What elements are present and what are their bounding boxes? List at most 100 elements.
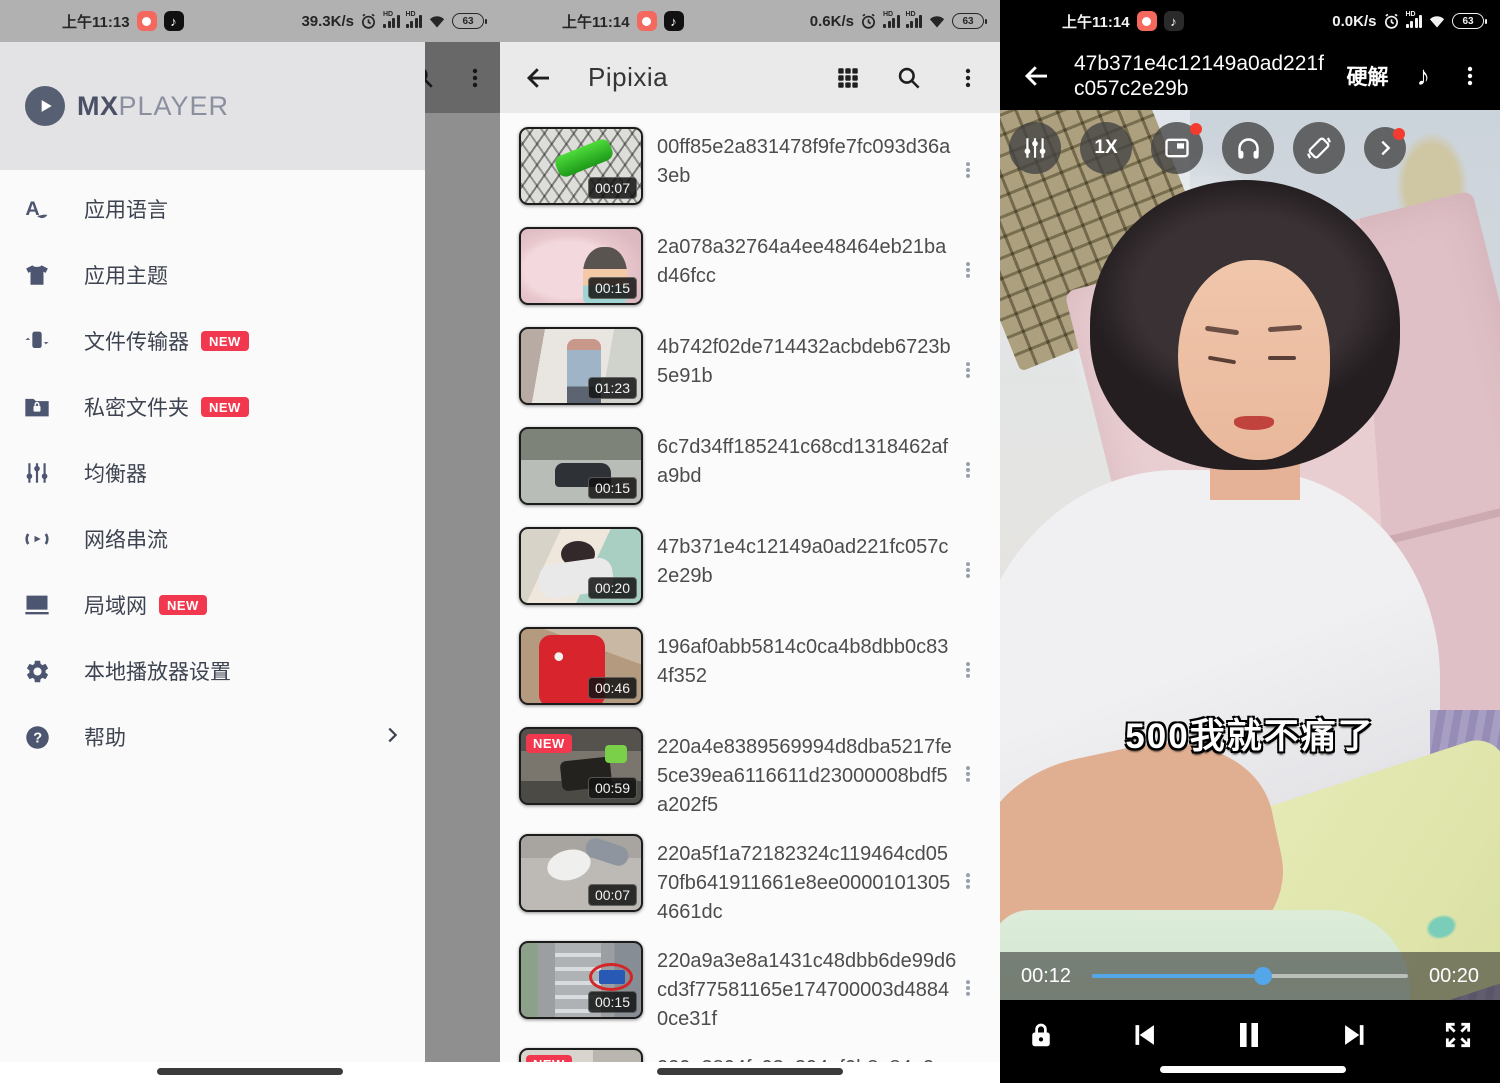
back-button[interactable]: [524, 63, 554, 93]
drawer-item-label: 应用语言: [84, 194, 168, 224]
video-list-item[interactable]: 00:15 6c7d34ff185241c68cd1318462afa9bd: [500, 425, 1000, 525]
home-indicator[interactable]: [157, 1068, 343, 1075]
drawer-item-help[interactable]: ? 帮助: [0, 704, 425, 770]
headphones-button[interactable]: [1222, 122, 1274, 174]
playback-speed-button[interactable]: 1X: [1080, 122, 1132, 174]
video-filename: 220a4e8389569994d8dba5217fe5ce39ea611661…: [657, 733, 957, 820]
equalizer-icon: [22, 458, 52, 488]
seek-slider[interactable]: [1092, 974, 1408, 978]
duration-badge: 00:59: [588, 777, 637, 799]
dimmed-toolbar: [425, 42, 500, 113]
alarm-icon: [360, 13, 377, 30]
next-button[interactable]: [1338, 1018, 1372, 1052]
wifi-icon: [928, 14, 946, 29]
video-thumbnail: NEW: [519, 1048, 643, 1062]
file-overflow-button[interactable]: [958, 160, 978, 185]
video-list-item[interactable]: 01:23 4b742f02de714432acbdeb6723b5e91b: [500, 325, 1000, 425]
logo-text-mx: MX: [77, 91, 119, 122]
new-badge: NEW: [201, 331, 249, 351]
svg-text:A: A: [25, 198, 39, 220]
video-thumbnail: 00:15: [519, 227, 643, 305]
equalizer-button[interactable]: [1009, 122, 1061, 174]
new-badge: NEW: [526, 1055, 572, 1062]
new-badge: NEW: [159, 595, 207, 615]
video-thumbnail: NEW 00:59: [519, 727, 643, 805]
video-list-item[interactable]: 00:15 2a078a32764a4ee48464eb21bad46fcc: [500, 225, 1000, 325]
file-overflow-button[interactable]: [958, 560, 978, 585]
recording-indicator-icon: [1137, 11, 1157, 31]
fullscreen-button[interactable]: [1442, 1019, 1474, 1051]
douyin-icon: ♪: [1164, 11, 1184, 31]
drawer-item-private-folder[interactable]: 私密文件夹 NEW: [0, 374, 425, 440]
file-overflow-button[interactable]: [958, 360, 978, 385]
page-title: Pipixia: [588, 62, 668, 93]
rotate-screen-button[interactable]: [1293, 122, 1345, 174]
battery-icon: 63: [452, 13, 484, 29]
back-button[interactable]: [1022, 61, 1052, 91]
player-overflow-button[interactable]: [1458, 64, 1482, 88]
video-list-item[interactable]: 00:15 220a9a3e8a1431c48dbb6de99d6cd3f775…: [500, 939, 1000, 1046]
search-button[interactable]: [895, 64, 922, 91]
home-indicator[interactable]: [1160, 1066, 1346, 1073]
grid-view-button[interactable]: [835, 65, 861, 91]
clock-time: 上午11:14: [1062, 11, 1130, 32]
drawer-item-label: 帮助: [84, 722, 126, 752]
duration-badge: 00:15: [588, 277, 637, 299]
new-badge: NEW: [526, 734, 572, 753]
audio-track-button[interactable]: ♪: [1417, 63, 1431, 90]
more-controls-button[interactable]: [1364, 127, 1406, 169]
file-overflow-button[interactable]: [958, 660, 978, 685]
file-overflow-button[interactable]: [958, 978, 978, 1003]
private-folder-icon: [22, 392, 52, 422]
file-overflow-button[interactable]: [958, 764, 978, 789]
video-filename: 00ff85e2a831478f9fe7fc093d36a3eb: [657, 133, 957, 191]
video-list-item[interactable]: 00:07 220a5f1a72182324c119464cd0570fb641…: [500, 832, 1000, 939]
player-quick-controls: 1X: [1000, 122, 1500, 174]
file-overflow-button[interactable]: [958, 260, 978, 285]
status-bar: 上午11:14 ♪ 0.0K/s HD 63: [1000, 0, 1500, 42]
battery-icon: 63: [1452, 13, 1484, 29]
duration-badge: 00:07: [588, 884, 637, 906]
drawer-header: MXPLAYER: [0, 42, 425, 170]
seek-thumb[interactable]: [1254, 967, 1272, 985]
subtitle-text: 500我就不痛了: [1000, 708, 1500, 759]
video-thumbnail: 00:15: [519, 427, 643, 505]
playing-video-title: 47b371e4c12149a0ad221fc057c2e29b: [1074, 51, 1326, 101]
net-speed: 0.0K/s: [1332, 13, 1376, 30]
drawer-item-network-stream[interactable]: 网络串流: [0, 506, 425, 572]
video-list-item[interactable]: NEW 220a3804fc03a394af0b8a84e2: [500, 1046, 1000, 1062]
video-surface[interactable]: 1X 500我就不痛了 00:12: [1000, 110, 1500, 1000]
drawer-item-equalizer[interactable]: 均衡器: [0, 440, 425, 506]
clock-time: 上午11:14: [562, 11, 630, 32]
drawer-item-app-theme[interactable]: 应用主题: [0, 242, 425, 308]
home-indicator[interactable]: [657, 1068, 843, 1075]
drawer-item-local-player-settings[interactable]: 本地播放器设置: [0, 638, 425, 704]
overflow-menu-button[interactable]: [956, 66, 980, 90]
drawer-item-lan[interactable]: 局域网 NEW: [0, 572, 425, 638]
hw-decode-button[interactable]: 硬解: [1347, 61, 1389, 91]
lock-button[interactable]: [1026, 1020, 1056, 1050]
gesture-nav-area: [500, 1062, 1000, 1083]
video-filename: 47b371e4c12149a0ad221fc057c2e29b: [657, 533, 957, 591]
mx-player-logo-icon: [25, 86, 65, 126]
panel-video-player: 上午11:14 ♪ 0.0K/s HD 63 47b371e4c12149a0a…: [1000, 0, 1500, 1083]
file-overflow-button[interactable]: [958, 871, 978, 896]
video-thumbnail: 00:15: [519, 941, 643, 1019]
drawer-item-label: 本地播放器设置: [84, 656, 231, 686]
video-list-item[interactable]: NEW 00:59 220a4e8389569994d8dba5217fe5ce3…: [500, 725, 1000, 832]
video-list-item[interactable]: 00:20 47b371e4c12149a0ad221fc057c2e29b: [500, 525, 1000, 625]
duration-badge: 01:23: [588, 377, 637, 399]
alarm-icon: [1383, 13, 1400, 30]
panel-drawer: 上午11:13 ♪ 39.3K/s HD HD 63 MXPLAYER: [0, 0, 500, 1083]
video-list-item[interactable]: 00:07 00ff85e2a831478f9fe7fc093d36a3eb: [500, 125, 1000, 225]
mobile-signal-icon: HD: [1406, 14, 1423, 28]
drawer-item-file-transfer[interactable]: 文件传输器 NEW: [0, 308, 425, 374]
pause-button[interactable]: [1231, 1017, 1267, 1053]
pip-button[interactable]: [1151, 122, 1203, 174]
video-list-item[interactable]: 00:46 196af0abb5814c0ca4b8dbb0c834f352: [500, 625, 1000, 725]
file-overflow-button[interactable]: [958, 460, 978, 485]
drawer-item-app-language[interactable]: A 应用语言: [0, 176, 425, 242]
dimmed-backdrop[interactable]: [425, 42, 500, 1062]
previous-button[interactable]: [1127, 1018, 1161, 1052]
logo-text-player: PLAYER: [119, 91, 230, 122]
